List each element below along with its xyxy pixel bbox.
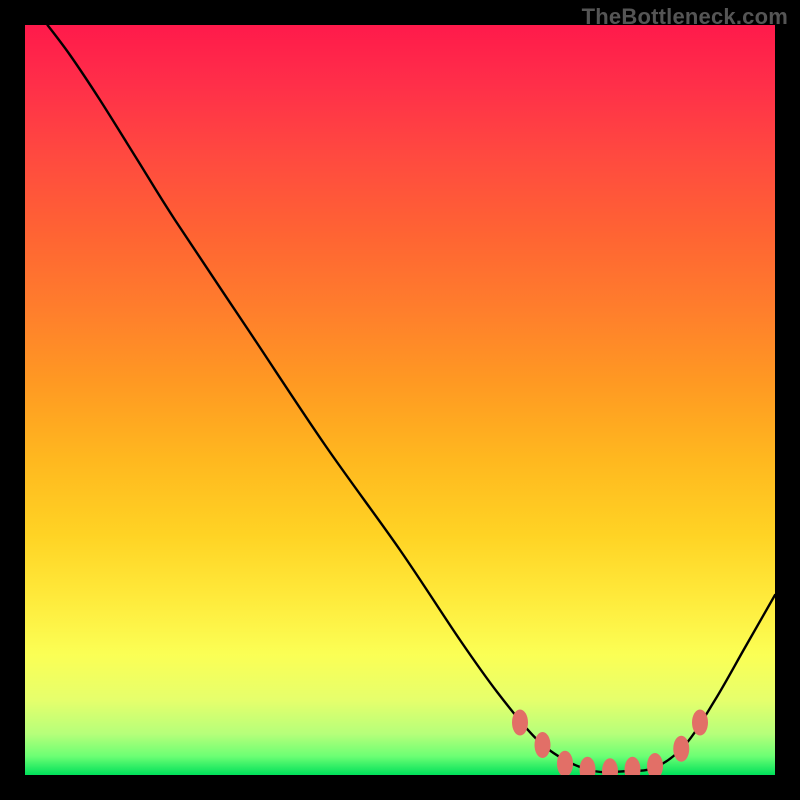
marker-dot	[692, 710, 708, 736]
marker-dot	[673, 736, 689, 762]
marker-dot	[580, 757, 596, 783]
marker-dot	[602, 758, 618, 784]
marker-dot	[647, 753, 663, 779]
watermark-text: TheBottleneck.com	[582, 4, 788, 30]
marker-dot	[512, 710, 528, 736]
marker-dot	[625, 757, 641, 783]
marker-dot	[557, 751, 573, 777]
chart-container: TheBottleneck.com	[0, 0, 800, 800]
marker-dot	[535, 732, 551, 758]
gradient-background	[25, 25, 775, 775]
chart-svg	[0, 0, 800, 800]
